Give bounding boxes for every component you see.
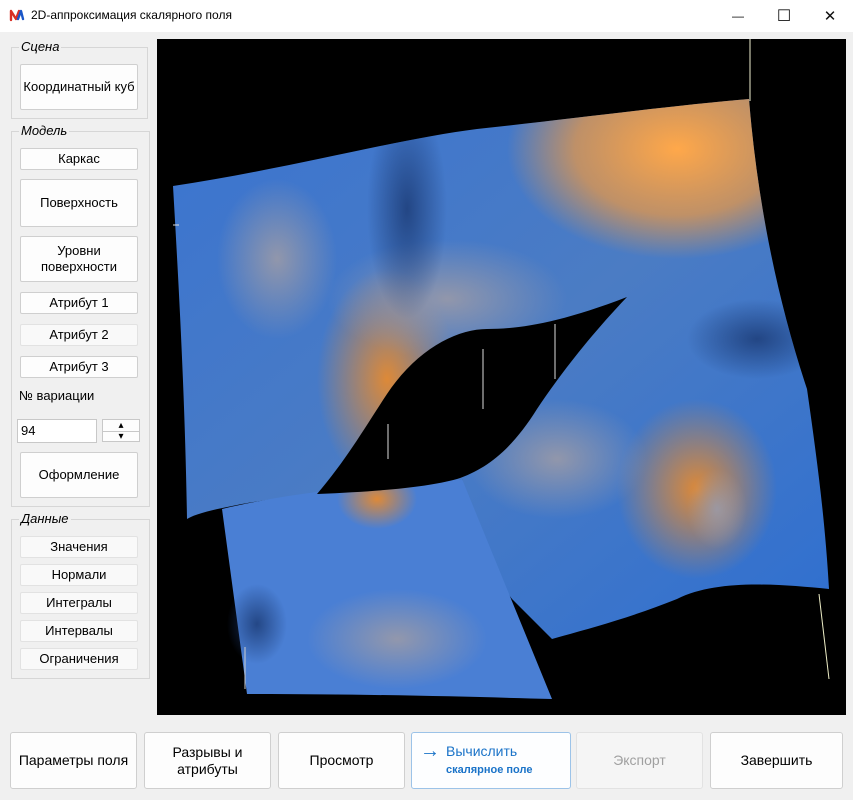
variation-label: № вариации — [19, 388, 95, 403]
data-legend: Данные — [19, 511, 71, 526]
compute-button[interactable]: → Вычислить скалярное поле — [411, 732, 571, 789]
variation-stepper[interactable]: ▴ ▾ — [102, 419, 140, 442]
app-logo-icon — [9, 9, 25, 22]
export-button[interactable]: Экспорт — [576, 732, 703, 789]
maximize-button[interactable]: ☐ — [761, 0, 807, 32]
attribute-3-button[interactable]: Атрибут 3 — [20, 356, 138, 378]
minimize-button[interactable]: — — [715, 0, 761, 32]
title-bar: 2D-аппроксимация скалярного поля — ☐ ✕ — [0, 0, 853, 32]
view-button[interactable]: Просмотр — [278, 732, 405, 789]
variation-input[interactable]: 94 — [17, 419, 97, 443]
scene-legend: Сцена — [19, 39, 62, 54]
attribute-1-button[interactable]: Атрибут 1 — [20, 292, 138, 314]
window-title: 2D-аппроксимация скалярного поля — [31, 8, 232, 22]
coord-cube-button[interactable]: Координатный куб — [20, 64, 138, 110]
spin-down-icon[interactable]: ▾ — [103, 431, 139, 442]
normals-button[interactable]: Нормали — [20, 564, 138, 586]
close-icon: ✕ — [823, 8, 837, 25]
maximize-icon: ☐ — [776, 8, 792, 25]
constraints-button[interactable]: Ограничения — [20, 648, 138, 670]
minimize-icon: — — [732, 9, 744, 23]
model-legend: Модель — [19, 123, 70, 138]
values-button[interactable]: Значения — [20, 536, 138, 558]
finish-button[interactable]: Завершить — [710, 732, 843, 789]
arrow-right-icon: → — [420, 740, 440, 762]
field-params-button[interactable]: Параметры поля — [10, 732, 137, 789]
surface-button[interactable]: Поверхность — [20, 179, 138, 227]
integrals-button[interactable]: Интегралы — [20, 592, 138, 614]
design-button[interactable]: Оформление — [20, 452, 138, 498]
attribute-2-button[interactable]: Атрибут 2 — [20, 324, 138, 346]
surface-levels-button[interactable]: Уровни поверхности — [20, 236, 138, 282]
compute-label: Вычислить — [446, 742, 518, 759]
compute-sublabel: скалярное поле — [446, 764, 533, 776]
close-button[interactable]: ✕ — [807, 0, 853, 32]
surface-viewport[interactable] — [157, 39, 846, 715]
breaks-attributes-button[interactable]: Разрывы и атрибуты — [144, 732, 271, 789]
frame-button[interactable]: Каркас — [20, 148, 138, 170]
intervals-button[interactable]: Интервалы — [20, 620, 138, 642]
surface-render — [173, 39, 830, 699]
